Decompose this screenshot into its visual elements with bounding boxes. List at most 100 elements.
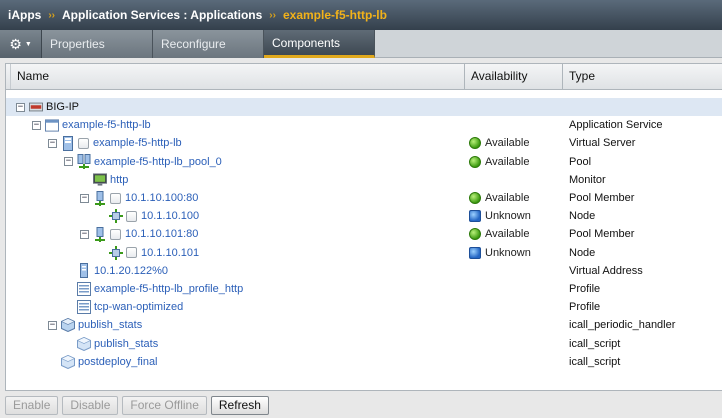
pool-member-icon (93, 190, 107, 206)
type-cell: Profile (569, 283, 601, 295)
virtual-server-icon (61, 135, 75, 151)
node-icon (109, 245, 123, 260)
component-link[interactable]: example-f5-http-lb (62, 119, 151, 131)
column-header-type[interactable]: Type (563, 64, 722, 89)
component-link[interactable]: postdeploy_final (78, 356, 158, 368)
component-link[interactable]: tcp-wan-optimized (94, 301, 183, 313)
row-name-cell: − example-f5-http-lb (32, 116, 151, 134)
collapse-toggle-icon[interactable]: − (64, 157, 73, 167)
availability-text: Available (485, 228, 530, 241)
availability-cell: Available (469, 153, 529, 171)
row-checkbox[interactable] (126, 210, 137, 222)
table-row[interactable]: − 10.1.10.100:80 Available Pool Member (6, 189, 722, 207)
tab-bar: ⚙ ▼ Properties Reconfigure Components (0, 30, 722, 58)
type-cell: Application Service (569, 119, 663, 132)
row-name-cell: − BIG-IP (16, 98, 79, 116)
column-header-name[interactable]: Name (10, 64, 465, 89)
bigip-device-icon (29, 100, 43, 114)
breadcrumb-current: example-f5-http-lb (282, 8, 387, 22)
breadcrumb-section[interactable]: Application Services : Applications (62, 8, 262, 22)
row-name-cell: tcp-wan-optimized (77, 298, 183, 316)
table-row[interactable]: − 10.1.10.101:80 Available Pool Member (6, 225, 722, 243)
type-cell: Virtual Address (569, 264, 643, 277)
availability-cell: Unknown (469, 207, 531, 225)
force-offline-button[interactable]: Force Offline (122, 395, 207, 415)
component-link[interactable]: 10.1.10.101 (141, 247, 199, 259)
table-row[interactable]: 10.1.10.100 Unknown Node (6, 207, 722, 225)
disable-button[interactable]: Disable (62, 395, 119, 415)
node-icon (109, 209, 123, 224)
type-cell: icall_periodic_handler (569, 319, 676, 332)
tab-reconfigure[interactable]: Reconfigure (153, 30, 264, 58)
availability-text: Unknown (485, 210, 531, 223)
row-name-cell: example-f5-http-lb_profile_http (77, 280, 243, 298)
enable-button[interactable]: Enable (5, 395, 59, 415)
component-link[interactable]: 10.1.20.122%0 (94, 265, 168, 277)
icall-handler-icon (61, 318, 75, 333)
component-link[interactable]: 10.1.10.101:80 (125, 228, 198, 240)
component-link[interactable]: 10.1.10.100 (141, 210, 199, 222)
tab-components[interactable]: Components (264, 30, 375, 58)
type-cell: Virtual Server (569, 137, 636, 150)
component-link[interactable]: publish_stats (94, 338, 158, 350)
icall-script-icon (61, 354, 75, 369)
component-link[interactable]: example-f5-http-lb (93, 137, 182, 149)
type-cell: Pool Member (569, 228, 635, 241)
breadcrumb-root[interactable]: iApps (8, 8, 41, 22)
refresh-button[interactable]: Refresh (210, 395, 269, 415)
component-link[interactable]: example-f5-http-lb_profile_http (94, 283, 243, 295)
type-cell: icall_script (569, 355, 621, 368)
type-cell: Pool (569, 155, 592, 168)
type-cell: icall_script (569, 337, 621, 350)
component-link[interactable]: http (110, 174, 128, 186)
row-name-cell: − example-f5-http-lb_pool_0 (64, 153, 222, 171)
table-row[interactable]: publish_stats icall_script (6, 335, 722, 353)
table-row[interactable]: example-f5-http-lb_profile_http Profile (6, 280, 722, 298)
tab-properties[interactable]: Properties (42, 30, 153, 58)
component-link[interactable]: example-f5-http-lb_pool_0 (94, 156, 222, 168)
row-checkbox[interactable] (126, 247, 137, 259)
collapse-toggle-icon[interactable]: − (16, 102, 25, 112)
pool-member-icon (93, 226, 107, 242)
row-name-cell: − 10.1.10.100:80 (80, 189, 198, 207)
action-bar: Enable Disable Force Offline Refresh (0, 392, 722, 418)
collapse-toggle-icon[interactable]: − (80, 193, 89, 203)
table-row[interactable]: − example-f5-http-lb Application Service (6, 116, 722, 134)
row-checkbox[interactable] (78, 137, 89, 149)
row-name-cell: postdeploy_final (61, 353, 158, 371)
row-name-cell: 10.1.10.100 (109, 207, 199, 225)
table-row[interactable]: http Monitor (6, 171, 722, 189)
table-row[interactable]: tcp-wan-optimized Profile (6, 298, 722, 316)
table-row[interactable]: − publish_stats icall_periodic_handler (6, 316, 722, 334)
breadcrumb: iApps ›› Application Services : Applicat… (0, 0, 722, 30)
status-available-icon (469, 228, 481, 241)
row-checkbox[interactable] (110, 228, 121, 240)
virtual-address-icon (77, 263, 91, 279)
collapse-toggle-icon[interactable]: − (32, 120, 41, 130)
collapse-toggle-icon[interactable]: − (48, 320, 57, 330)
pool-icon (77, 154, 91, 170)
profile-icon (77, 282, 91, 296)
settings-menu-button[interactable]: ⚙ ▼ (0, 30, 42, 58)
component-link[interactable]: 10.1.10.100:80 (125, 192, 198, 204)
table-row[interactable]: − example-f5-http-lb Available Virtual Serv… (6, 134, 722, 152)
components-table: Name Availability Type − BIG-IP − example-f… (5, 63, 722, 391)
table-row[interactable]: − BIG-IP (6, 98, 722, 116)
type-cell: Profile (569, 301, 601, 314)
column-header-availability[interactable]: Availability (465, 64, 563, 89)
row-name-cell: − publish_stats (48, 316, 142, 334)
table-row[interactable]: − example-f5-http-lb_pool_0 Available Pool (6, 153, 722, 171)
gear-icon: ⚙ (9, 36, 22, 52)
component-link[interactable]: publish_stats (78, 319, 142, 331)
table-row[interactable]: postdeploy_final icall_script (6, 353, 722, 371)
collapse-toggle-icon[interactable]: − (48, 138, 57, 148)
collapse-toggle-icon[interactable]: − (80, 229, 89, 239)
status-unknown-icon (469, 246, 481, 259)
table-row[interactable]: 10.1.10.101 Unknown Node (6, 244, 722, 262)
table-header: Name Availability Type (6, 64, 722, 90)
profile-icon (77, 300, 91, 315)
application-service-icon (45, 118, 59, 132)
row-checkbox[interactable] (110, 192, 121, 204)
availability-text: Available (485, 192, 530, 204)
table-row[interactable]: 10.1.20.122%0 Virtual Address (6, 262, 722, 280)
